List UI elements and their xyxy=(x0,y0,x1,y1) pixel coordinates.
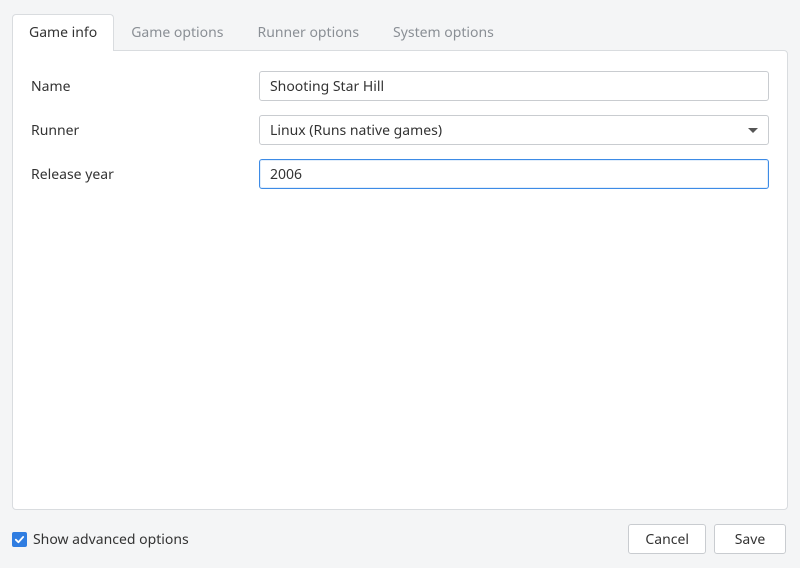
tab-strip: Game info Game options Runner options Sy… xyxy=(0,0,800,51)
name-input[interactable] xyxy=(259,71,769,101)
tab-runner-options[interactable]: Runner options xyxy=(240,14,376,51)
row-release-year: Release year xyxy=(31,159,769,189)
release-year-input[interactable] xyxy=(259,159,769,189)
runner-select-value: Linux (Runs native games) xyxy=(270,121,442,140)
runner-select[interactable]: Linux (Runs native games) xyxy=(259,115,769,145)
tab-game-info[interactable]: Game info xyxy=(12,14,114,51)
chevron-down-icon xyxy=(748,128,758,133)
show-advanced-checkbox[interactable]: Show advanced options xyxy=(12,530,189,549)
label-name: Name xyxy=(31,77,259,96)
tab-label: Game options xyxy=(131,23,223,42)
show-advanced-label: Show advanced options xyxy=(33,530,189,549)
label-runner: Runner xyxy=(31,121,259,140)
row-runner: Runner Linux (Runs native games) xyxy=(31,115,769,145)
tab-system-options[interactable]: System options xyxy=(376,14,511,51)
checkbox-checked-icon xyxy=(12,532,27,547)
tab-label: Runner options xyxy=(257,23,359,42)
game-properties-dialog: Game info Game options Runner options Sy… xyxy=(0,0,800,568)
tab-game-options[interactable]: Game options xyxy=(114,14,240,51)
save-button[interactable]: Save xyxy=(714,524,786,554)
cancel-button[interactable]: Cancel xyxy=(628,524,706,554)
tab-panel-game-info: Name Runner Linux (Runs native games) Re… xyxy=(12,50,788,510)
label-release-year: Release year xyxy=(31,165,259,184)
dialog-footer: Show advanced options Cancel Save xyxy=(0,510,800,568)
tab-label: Game info xyxy=(29,23,97,42)
tab-label: System options xyxy=(393,23,494,42)
row-name: Name xyxy=(31,71,769,101)
